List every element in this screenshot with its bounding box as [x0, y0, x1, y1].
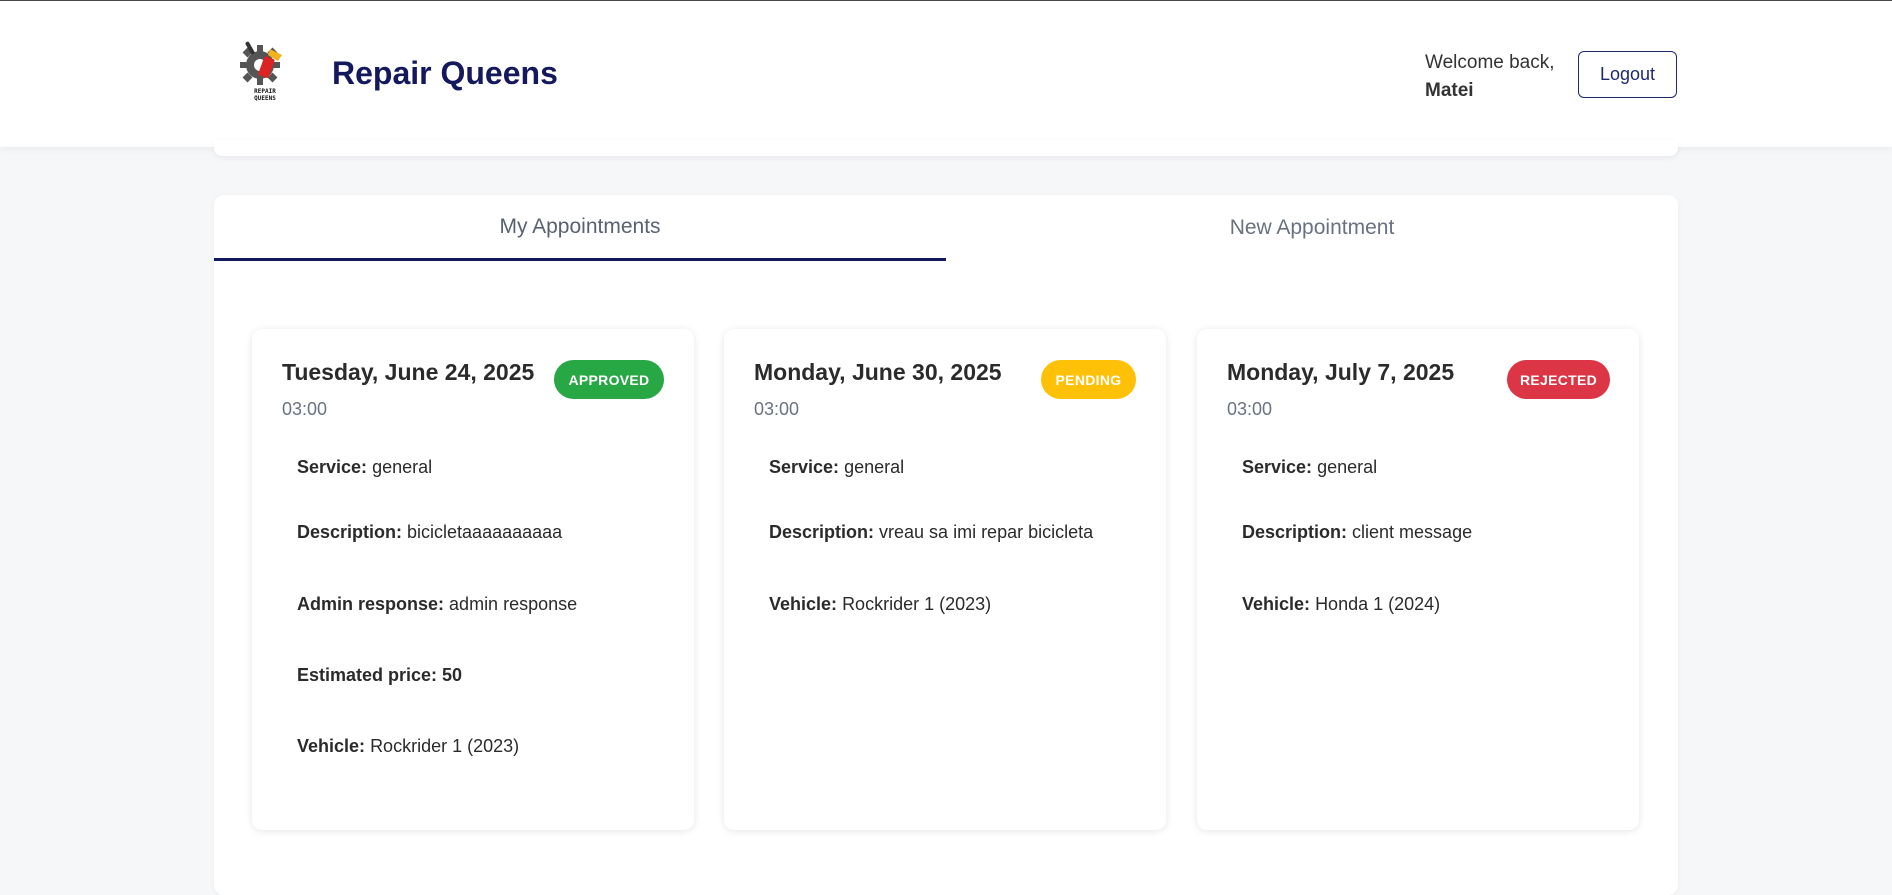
description-label: Description:	[297, 522, 403, 542]
header-underlay	[214, 140, 1678, 156]
service-value: general	[844, 457, 905, 477]
service-row: Service: general	[769, 457, 904, 478]
welcome-message: Welcome back, Matei	[1425, 49, 1555, 105]
status-badge-pending: PENDING	[1041, 360, 1136, 399]
appointment-date: Monday, June 30, 2025	[754, 359, 1002, 385]
appointment-time: 03:00	[282, 399, 328, 419]
welcome-text: Welcome back,	[1425, 52, 1555, 73]
description-value: vreau sa imi repar bicicleta	[879, 522, 1094, 542]
admin-response-label: Admin response:	[297, 594, 445, 614]
description-label: Description:	[1242, 522, 1348, 542]
vehicle-label: Vehicle:	[769, 594, 838, 614]
appointment-card: Tuesday, June 24, 2025 APPROVED 03:00 Se…	[252, 329, 694, 830]
appointment-card: Monday, June 30, 2025 PENDING 03:00 Serv…	[724, 329, 1166, 830]
user-name: Matei	[1425, 80, 1474, 101]
description-row: Description: vreau sa imi repar biciclet…	[769, 522, 1093, 543]
service-label: Service:	[1242, 457, 1313, 477]
appointment-date: Monday, July 7, 2025	[1227, 359, 1455, 385]
description-label: Description:	[769, 522, 875, 542]
vehicle-value: Honda 1 (2024)	[1315, 594, 1441, 614]
service-row: Service: general	[297, 457, 432, 478]
vehicle-value: Rockrider 1 (2023)	[370, 736, 520, 756]
appointment-time: 03:00	[1227, 399, 1273, 419]
vehicle-label: Vehicle:	[297, 736, 366, 756]
tab-my-appointments[interactable]: My Appointments	[214, 195, 946, 261]
brand-title[interactable]: Repair Queens	[332, 55, 558, 92]
appointments-panel: My Appointments New Appointment Tuesday,…	[214, 195, 1678, 895]
service-value: general	[1317, 457, 1378, 477]
status-badge-approved: APPROVED	[554, 360, 664, 399]
admin-response-row: Admin response: admin response	[297, 594, 577, 615]
description-value: bicicletaaaaaaaaaa	[407, 522, 563, 542]
appointment-card: Monday, July 7, 2025 REJECTED 03:00 Serv…	[1197, 329, 1639, 830]
appointment-time: 03:00	[754, 399, 800, 419]
vehicle-row: Vehicle: Rockrider 1 (2023)	[769, 594, 991, 615]
service-label: Service:	[297, 457, 368, 477]
vehicle-row: Vehicle: Rockrider 1 (2023)	[297, 736, 519, 757]
vehicle-row: Vehicle: Honda 1 (2024)	[1242, 594, 1440, 615]
logo-caption: REPAIR QUEENS	[254, 88, 276, 102]
description-row: Description: client message	[1242, 522, 1472, 543]
service-label: Service:	[769, 457, 840, 477]
description-value: client message	[1352, 522, 1473, 542]
vehicle-value: Rockrider 1 (2023)	[842, 594, 992, 614]
logout-button[interactable]: Logout	[1578, 51, 1677, 98]
service-row: Service: general	[1242, 457, 1377, 478]
estimated-price-row: Estimated price: 50	[297, 665, 462, 686]
app-header: REPAIR QUEENS Repair Queens Welcome back…	[0, 1, 1892, 147]
admin-response-value: admin response	[449, 594, 578, 614]
appointment-date: Tuesday, June 24, 2025	[282, 359, 535, 385]
estimated-price: Estimated price: 50	[297, 665, 463, 685]
service-value: general	[372, 457, 433, 477]
description-row: Description: bicicletaaaaaaaaaa	[297, 522, 562, 543]
status-badge-rejected: REJECTED	[1507, 360, 1610, 399]
vehicle-label: Vehicle:	[1242, 594, 1311, 614]
tab-new-appointment[interactable]: New Appointment	[946, 195, 1678, 261]
